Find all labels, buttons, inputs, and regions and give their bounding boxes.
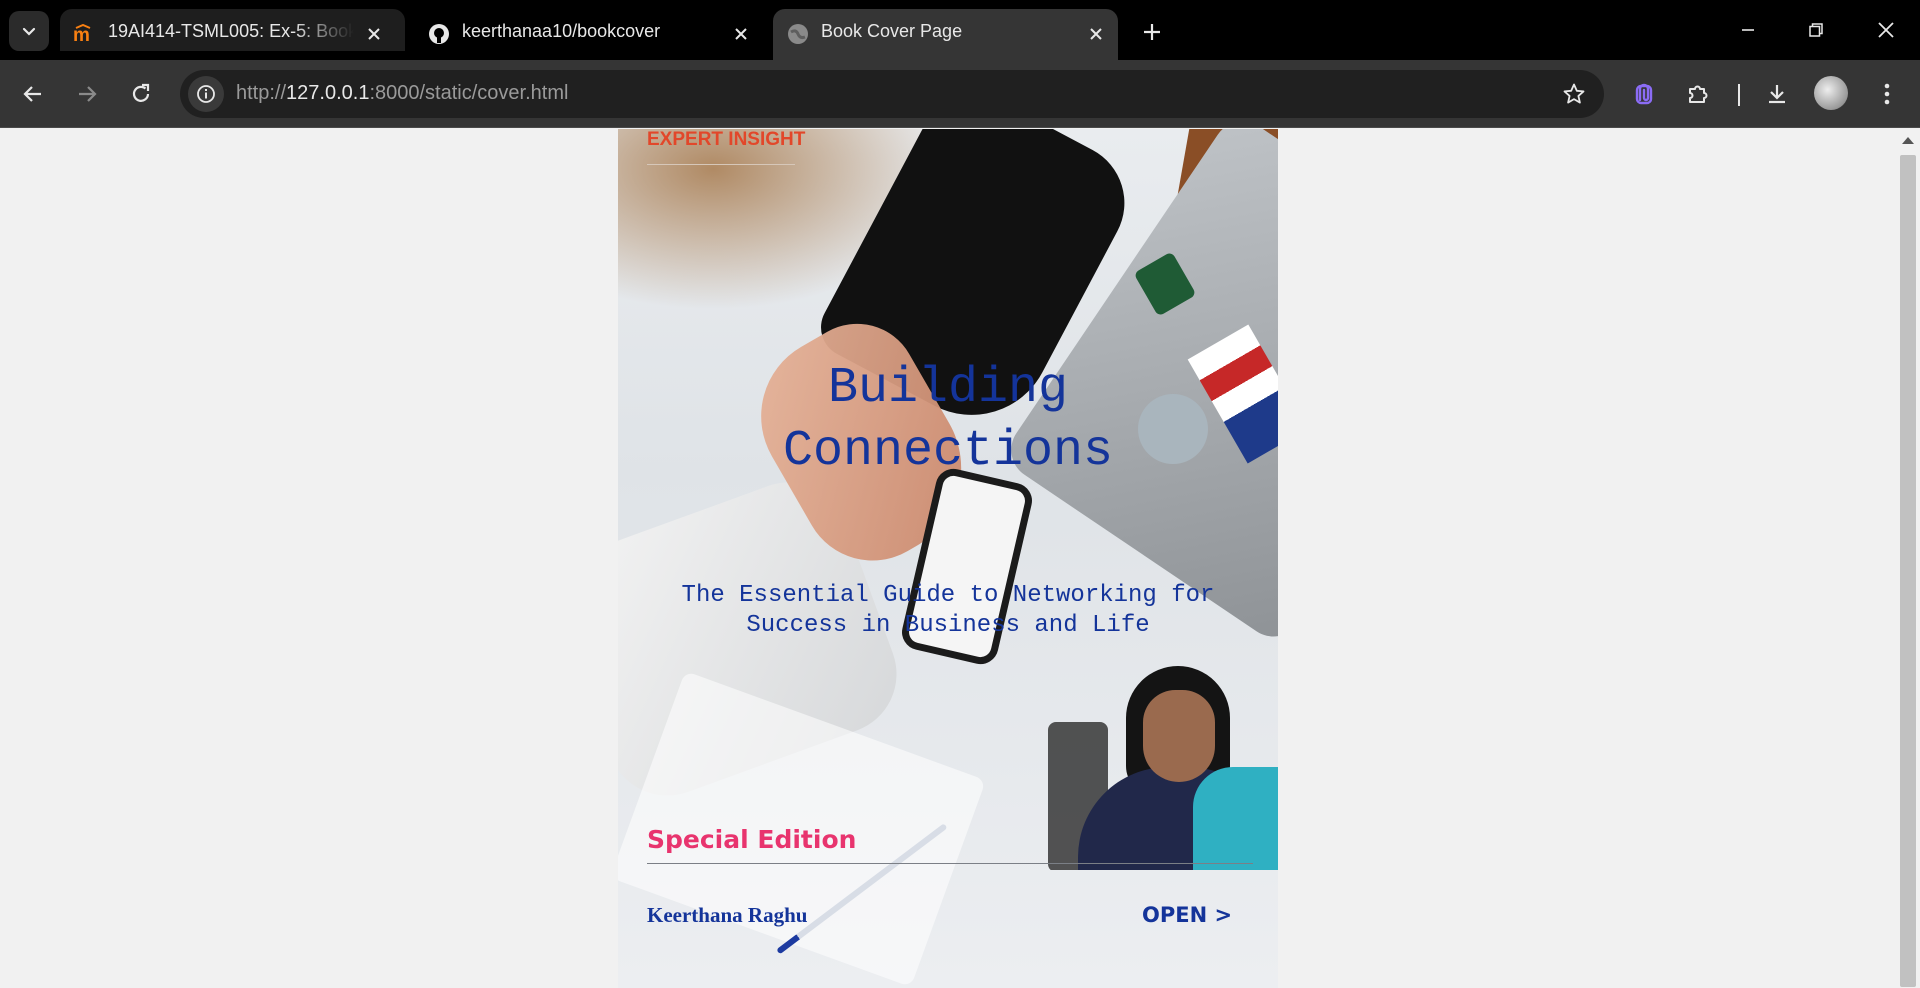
url-host: 127.0.0.1: [286, 82, 370, 104]
page-viewport: EXPERT INSIGHT Building Connections The …: [0, 129, 1920, 988]
restore-button[interactable]: [1798, 12, 1834, 48]
photo-face: [1143, 690, 1215, 782]
close-icon: [1878, 22, 1894, 38]
open-link[interactable]: OPEN >: [1142, 903, 1232, 927]
url-text[interactable]: http://127.0.0.1:8000/static/cover.html: [236, 82, 568, 105]
forward-button[interactable]: [68, 75, 106, 113]
close-tab-icon[interactable]: [1082, 20, 1110, 48]
title-line-2: Connections: [782, 423, 1114, 480]
tab-moodle[interactable]: m 19AI414-TSML005: Ex-5: Book C: [60, 9, 405, 51]
tab-book-cover-active[interactable]: Book Cover Page: [773, 9, 1118, 60]
github-icon: [426, 21, 452, 47]
footer-divider: [647, 863, 1253, 864]
special-edition-label: Special Edition: [647, 825, 857, 854]
forward-arrow-icon: [79, 86, 97, 102]
extensions-menu-button[interactable]: [1679, 75, 1717, 113]
restore-icon: [1809, 23, 1823, 37]
bookmark-star-icon[interactable]: [1560, 80, 1588, 108]
chevron-down-icon: [22, 27, 36, 36]
badge-underline: [647, 164, 795, 165]
tab-github[interactable]: keerthanaa10/bookcover: [414, 9, 759, 60]
attachment-extension-icon: [1635, 83, 1653, 105]
back-button[interactable]: [14, 75, 52, 113]
page-scrollbar[interactable]: [1896, 129, 1920, 988]
toolbar-separator: [1738, 84, 1740, 106]
url-path: :8000/static/cover.html: [369, 82, 569, 104]
reload-icon: [132, 83, 150, 102]
browser-menu-button[interactable]: [1868, 75, 1906, 113]
subtitle-line-2: Success in Business and Life: [746, 612, 1150, 639]
tab-title: keerthanaa10/bookcover: [462, 21, 661, 41]
author-photo: [1048, 662, 1278, 870]
tab-strip: m 19AI414-TSML005: Ex-5: Book C keerthan…: [0, 0, 1920, 60]
tab-search-button[interactable]: [9, 11, 49, 51]
photo-scarf: [1193, 767, 1278, 870]
scrollbar-thumb[interactable]: [1900, 155, 1916, 987]
download-icon: [1769, 85, 1785, 104]
reload-button[interactable]: [122, 75, 160, 113]
address-bar[interactable]: http://127.0.0.1:8000/static/cover.html: [180, 70, 1604, 118]
author-name: Keerthana Raghu: [647, 903, 808, 927]
subtitle-line-1: The Essential Guide to Networking for: [681, 582, 1215, 609]
profile-avatar[interactable]: [1814, 76, 1848, 110]
close-tab-icon[interactable]: [360, 20, 388, 48]
browser-toolbar: http://127.0.0.1:8000/static/cover.html: [0, 60, 1920, 128]
tab-title: Book Cover Page: [821, 21, 963, 41]
back-arrow-icon: [23, 86, 41, 102]
globe-icon: [785, 21, 811, 47]
close-tab-icon[interactable]: [727, 20, 755, 48]
moodle-icon: m: [72, 21, 98, 47]
downloads-button[interactable]: [1758, 75, 1796, 113]
expert-insight-badge: EXPERT INSIGHT: [647, 129, 806, 150]
puzzle-icon: [1689, 85, 1708, 103]
tab-title: 19AI414-TSML005: Ex-5: Book C: [108, 21, 354, 41]
extension-button[interactable]: [1625, 75, 1663, 113]
scroll-up-arrow-icon[interactable]: [1902, 137, 1914, 144]
book-title: Building Connections: [618, 357, 1278, 483]
new-tab-button[interactable]: [1136, 16, 1168, 48]
minimize-icon: [1742, 29, 1754, 31]
kebab-menu-icon: [1884, 83, 1890, 105]
book-subtitle: The Essential Guide to Networking for Su…: [638, 581, 1258, 641]
title-line-1: Building: [827, 360, 1069, 417]
book-cover: EXPERT INSIGHT Building Connections The …: [618, 129, 1278, 988]
site-info-icon[interactable]: [188, 76, 224, 112]
url-scheme: http://: [236, 82, 287, 104]
plus-icon: [1144, 24, 1160, 40]
minimize-button[interactable]: [1730, 12, 1766, 48]
close-window-button[interactable]: [1868, 12, 1904, 48]
